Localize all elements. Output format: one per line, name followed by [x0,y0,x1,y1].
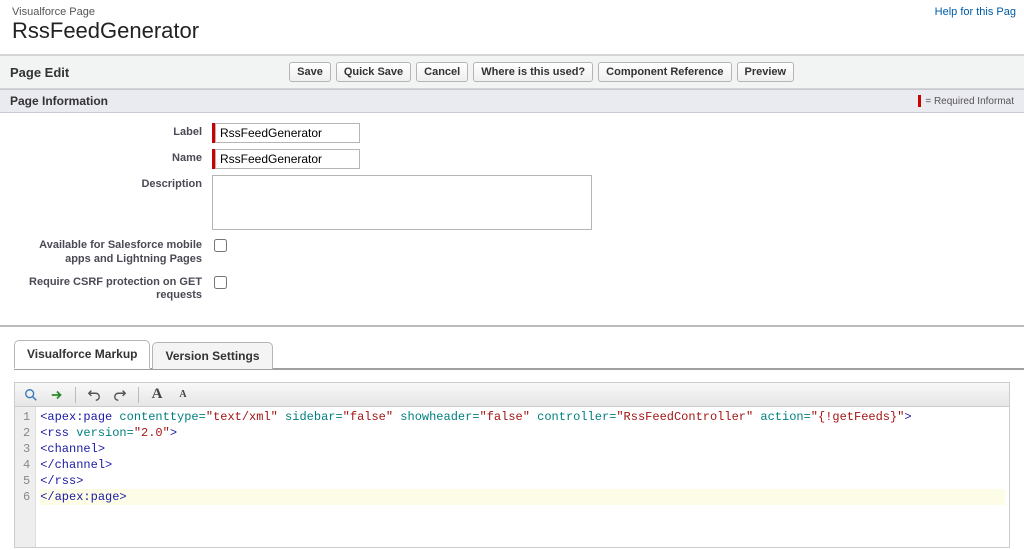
tabs-row: Visualforce Markup Version Settings [14,339,1024,370]
redo-icon[interactable] [112,387,128,403]
code-line[interactable]: <apex:page contenttype="text/xml" sideba… [40,409,1005,425]
name-field-label: Name [12,149,212,166]
search-icon[interactable] [23,387,39,403]
page-edit-title: Page Edit [10,65,69,80]
csrf-checkbox[interactable] [214,276,227,289]
line-number: 3 [23,441,30,457]
description-row: Description [12,175,1012,230]
preview-button[interactable]: Preview [737,62,795,82]
code-lines[interactable]: <apex:page contenttype="text/xml" sideba… [36,407,1009,547]
page-subtitle: Visualforce Page [12,6,1012,18]
name-input[interactable] [215,149,360,169]
label-field-label: Label [12,123,212,140]
name-row: Name [12,149,1012,169]
code-line[interactable]: <channel> [40,441,1005,457]
undo-icon[interactable] [86,387,102,403]
mobile-row: Available for Salesforce mobile apps and… [12,236,1012,267]
editor-toolbar: A A [15,383,1009,407]
description-field-label: Description [12,175,212,192]
mobile-checkbox-label: Available for Salesforce mobile apps and… [12,236,212,267]
page-header: Visualforce Page RssFeedGenerator Help f… [0,0,1024,56]
save-button[interactable]: Save [289,62,331,82]
toolbar-separator [138,387,139,403]
font-increase-icon[interactable]: A [149,387,165,403]
required-info-text: = Required Informat [925,96,1014,107]
csrf-row: Require CSRF protection on GET requests [12,273,1012,304]
label-input[interactable] [215,123,360,143]
page-info-header: Page Information = Required Informat [0,89,1024,113]
line-number: 2 [23,425,30,441]
font-decrease-icon[interactable]: A [175,387,191,403]
code-area[interactable]: 1 2 3 4 5 6 <apex:page contenttype="text… [15,407,1009,547]
page-edit-bar: Page Edit Save Quick Save Cancel Where i… [0,56,1024,89]
mobile-checkbox[interactable] [214,239,227,252]
code-line[interactable]: <rss version="2.0"> [40,425,1005,441]
where-used-button[interactable]: Where is this used? [473,62,593,82]
tab-version-settings[interactable]: Version Settings [152,342,272,369]
page-info-form: Label Name Description Available for Sal… [0,113,1024,327]
csrf-checkbox-label: Require CSRF protection on GET requests [12,273,212,304]
line-number: 6 [23,489,30,505]
action-buttons: Save Quick Save Cancel Where is this use… [289,62,794,82]
line-number: 4 [23,457,30,473]
component-reference-button[interactable]: Component Reference [598,62,731,82]
toolbar-separator [75,387,76,403]
help-link[interactable]: Help for this Pag [935,6,1016,18]
line-number: 1 [23,409,30,425]
required-indicator-icon [918,95,921,107]
line-number-gutter: 1 2 3 4 5 6 [15,407,36,547]
line-number: 5 [23,473,30,489]
page-title: RssFeedGenerator [12,18,1012,44]
tab-visualforce-markup[interactable]: Visualforce Markup [14,340,150,369]
label-row: Label [12,123,1012,143]
description-textarea[interactable] [212,175,592,230]
code-line[interactable]: </channel> [40,457,1005,473]
required-info-note: = Required Informat [918,95,1014,107]
code-line[interactable]: </apex:page> [40,489,1005,505]
quick-save-button[interactable]: Quick Save [336,62,411,82]
goto-icon[interactable] [49,387,65,403]
code-editor: A A 1 2 3 4 5 6 <apex:page contenttype="… [14,382,1010,548]
code-line[interactable]: </rss> [40,473,1005,489]
cancel-button[interactable]: Cancel [416,62,468,82]
page-info-title: Page Information [10,94,108,108]
